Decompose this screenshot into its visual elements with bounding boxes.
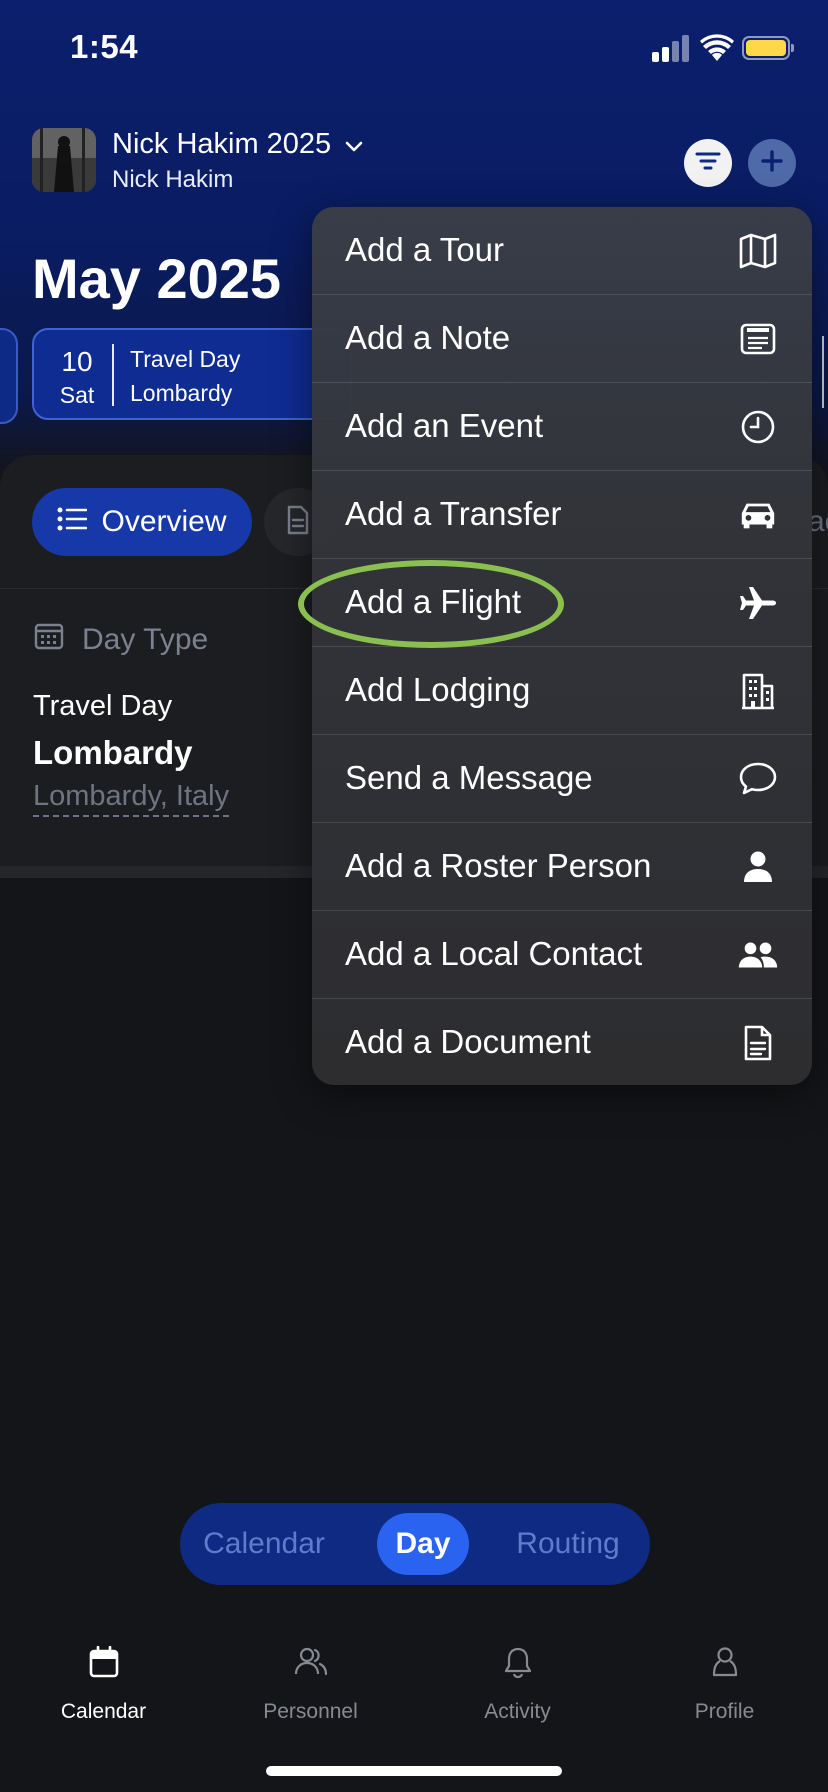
segment-routing[interactable]: Routing: [498, 1513, 638, 1575]
day-type-label: Day Type: [82, 623, 209, 656]
menu-item-label: Add a Roster Person: [345, 847, 652, 884]
menu-item-label: Add an Event: [345, 407, 544, 444]
tab-label: Personnel: [263, 1700, 358, 1723]
segment-calendar[interactable]: Calendar: [194, 1513, 334, 1575]
menu-item-label: Add a Tour: [345, 231, 505, 268]
day-card-previous[interactable]: [0, 328, 18, 424]
tab-label: Calendar: [60, 1700, 147, 1723]
day-type-value: Travel Day: [33, 690, 173, 722]
note-icon: [738, 319, 778, 359]
day-type-header: Day Type: [34, 622, 208, 658]
building-icon: [738, 671, 778, 711]
day-card-location: Lombardy: [130, 380, 233, 406]
profile-icon: [621, 1646, 828, 1682]
menu-item-add-lodging[interactable]: Add Lodging: [312, 647, 812, 735]
project-avatar[interactable]: [32, 128, 96, 192]
menu-item-add-local-contact[interactable]: Add a Local Contact: [312, 911, 812, 999]
flight-highlight-annotation: [298, 560, 564, 648]
menu-item-add-roster-person[interactable]: Add a Roster Person: [312, 823, 812, 911]
filter-button[interactable]: [684, 139, 732, 187]
menu-item-label: Add a Local Contact: [345, 935, 643, 972]
car-icon: [738, 495, 778, 535]
battery-icon: [742, 36, 794, 60]
bell-icon: [414, 1646, 621, 1682]
view-segmented-control: Calendar Day Routing: [180, 1503, 650, 1585]
month-title: May 2025: [32, 247, 282, 310]
app-screen: 1:54 Nick Hakim 2025 Nick Hakim May 2025…: [0, 0, 828, 1792]
project-subtitle: Nick Hakim: [112, 166, 234, 193]
menu-item-add-tour[interactable]: Add a Tour: [312, 207, 812, 295]
tab-overview[interactable]: Overview: [32, 488, 252, 556]
day-card-divider: [112, 344, 114, 406]
document-icon: [286, 505, 310, 540]
chevron-down-icon: [345, 128, 363, 161]
day-card-selected[interactable]: 10 Sat Travel Day Lombardy: [32, 328, 352, 420]
day-number: 10: [61, 346, 93, 377]
tab-profile[interactable]: Profile: [621, 1646, 828, 1724]
menu-item-add-event[interactable]: Add an Event: [312, 383, 812, 471]
tab-label: Activity: [484, 1700, 551, 1723]
menu-item-label: Add a Document: [345, 1023, 591, 1060]
map-icon: [738, 231, 778, 271]
calendar-icon: [0, 1646, 207, 1682]
project-switcher[interactable]: Nick Hakim 2025: [112, 128, 363, 161]
chat-bubble-icon: [738, 759, 778, 799]
calendar-grid-icon: [34, 622, 64, 658]
menu-item-add-transfer[interactable]: Add a Transfer: [312, 471, 812, 559]
tab-activity[interactable]: Activity: [414, 1646, 621, 1724]
tab-calendar[interactable]: Calendar: [0, 1646, 207, 1724]
status-time: 1:54: [70, 28, 139, 65]
wifi-icon: [700, 34, 734, 62]
plus-icon: [760, 149, 784, 178]
add-button[interactable]: [748, 139, 796, 187]
clock-icon: [738, 407, 778, 447]
menu-item-send-message[interactable]: Send a Message: [312, 735, 812, 823]
menu-item-label: Add Lodging: [345, 671, 531, 708]
segment-day[interactable]: Day: [377, 1513, 469, 1575]
document-icon: [738, 1023, 778, 1063]
day-card-next[interactable]: [822, 336, 828, 408]
project-title: Nick Hakim 2025: [112, 128, 332, 160]
list-icon: [57, 505, 88, 539]
day-card-type: Travel Day: [130, 346, 241, 372]
menu-item-label: Add a Note: [345, 319, 511, 356]
tab-overview-label: Overview: [101, 505, 227, 538]
person-icon: [738, 847, 778, 887]
day-weekday: Sat: [59, 382, 95, 408]
menu-item-label: Add a Transfer: [345, 495, 562, 532]
tab-label: Profile: [694, 1700, 755, 1723]
add-menu: Add a Tour Add a Note Add an Event Add a…: [312, 207, 812, 1085]
day-type-location-link[interactable]: Lombardy, Italy: [33, 780, 230, 817]
tab-personnel[interactable]: Personnel: [207, 1646, 414, 1724]
airplane-icon: [738, 583, 778, 623]
menu-item-add-document[interactable]: Add a Document: [312, 999, 812, 1085]
day-type-name: Lombardy: [33, 734, 193, 771]
home-indicator: [266, 1766, 562, 1776]
menu-item-add-note[interactable]: Add a Note: [312, 295, 812, 383]
filter-icon: [695, 151, 721, 176]
menu-item-label: Send a Message: [345, 759, 593, 796]
cellular-signal-icon: [652, 34, 692, 62]
people-icon: [738, 935, 778, 975]
people-outline-icon: [207, 1646, 414, 1682]
